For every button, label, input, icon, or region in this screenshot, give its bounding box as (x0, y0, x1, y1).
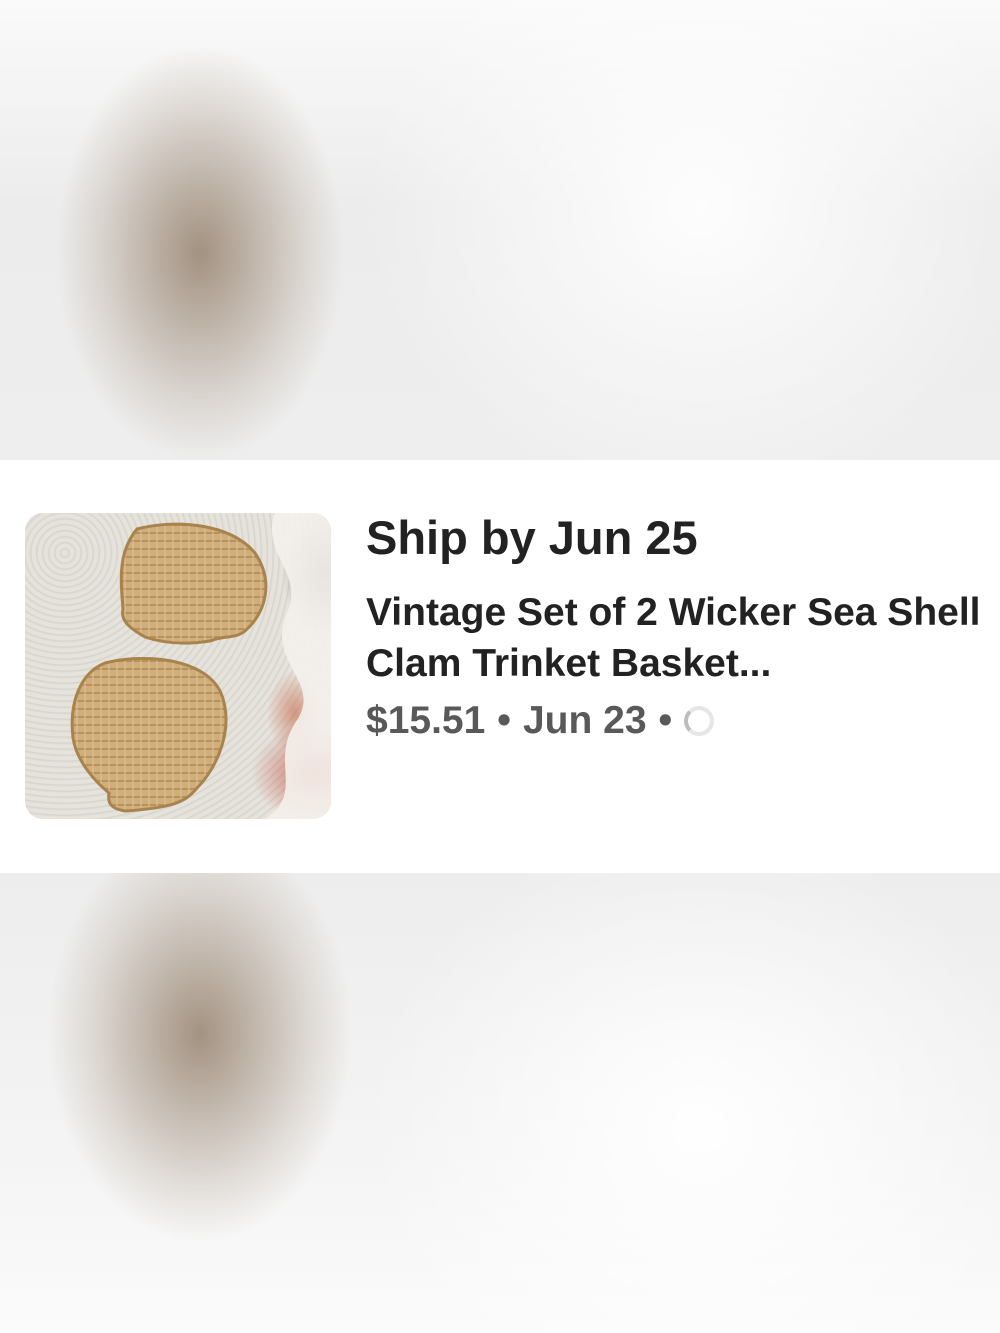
price: $15.51 (366, 698, 486, 742)
listing-title[interactable]: Vintage Set of 2 Wicker Sea Shell Clam T… (366, 588, 986, 689)
separator: • (658, 698, 673, 742)
order-info: Ship by Jun 25 Vintage Set of 2 Wicker S… (366, 510, 1000, 746)
blurred-background-top (0, 0, 1000, 460)
separator: • (497, 698, 511, 742)
spinner-icon (684, 706, 715, 737)
order-card[interactable]: Ship by Jun 25 Vintage Set of 2 Wicker S… (0, 460, 1000, 873)
sold-date: Jun 23 (522, 698, 647, 742)
wicker-shell-baskets-image (70, 513, 331, 819)
ship-by-label: Ship by Jun 25 (366, 511, 698, 564)
order-meta: $15.51 • Jun 23 • (366, 696, 1000, 747)
blurred-background-bottom (0, 873, 1000, 1333)
product-thumbnail[interactable] (25, 513, 331, 819)
